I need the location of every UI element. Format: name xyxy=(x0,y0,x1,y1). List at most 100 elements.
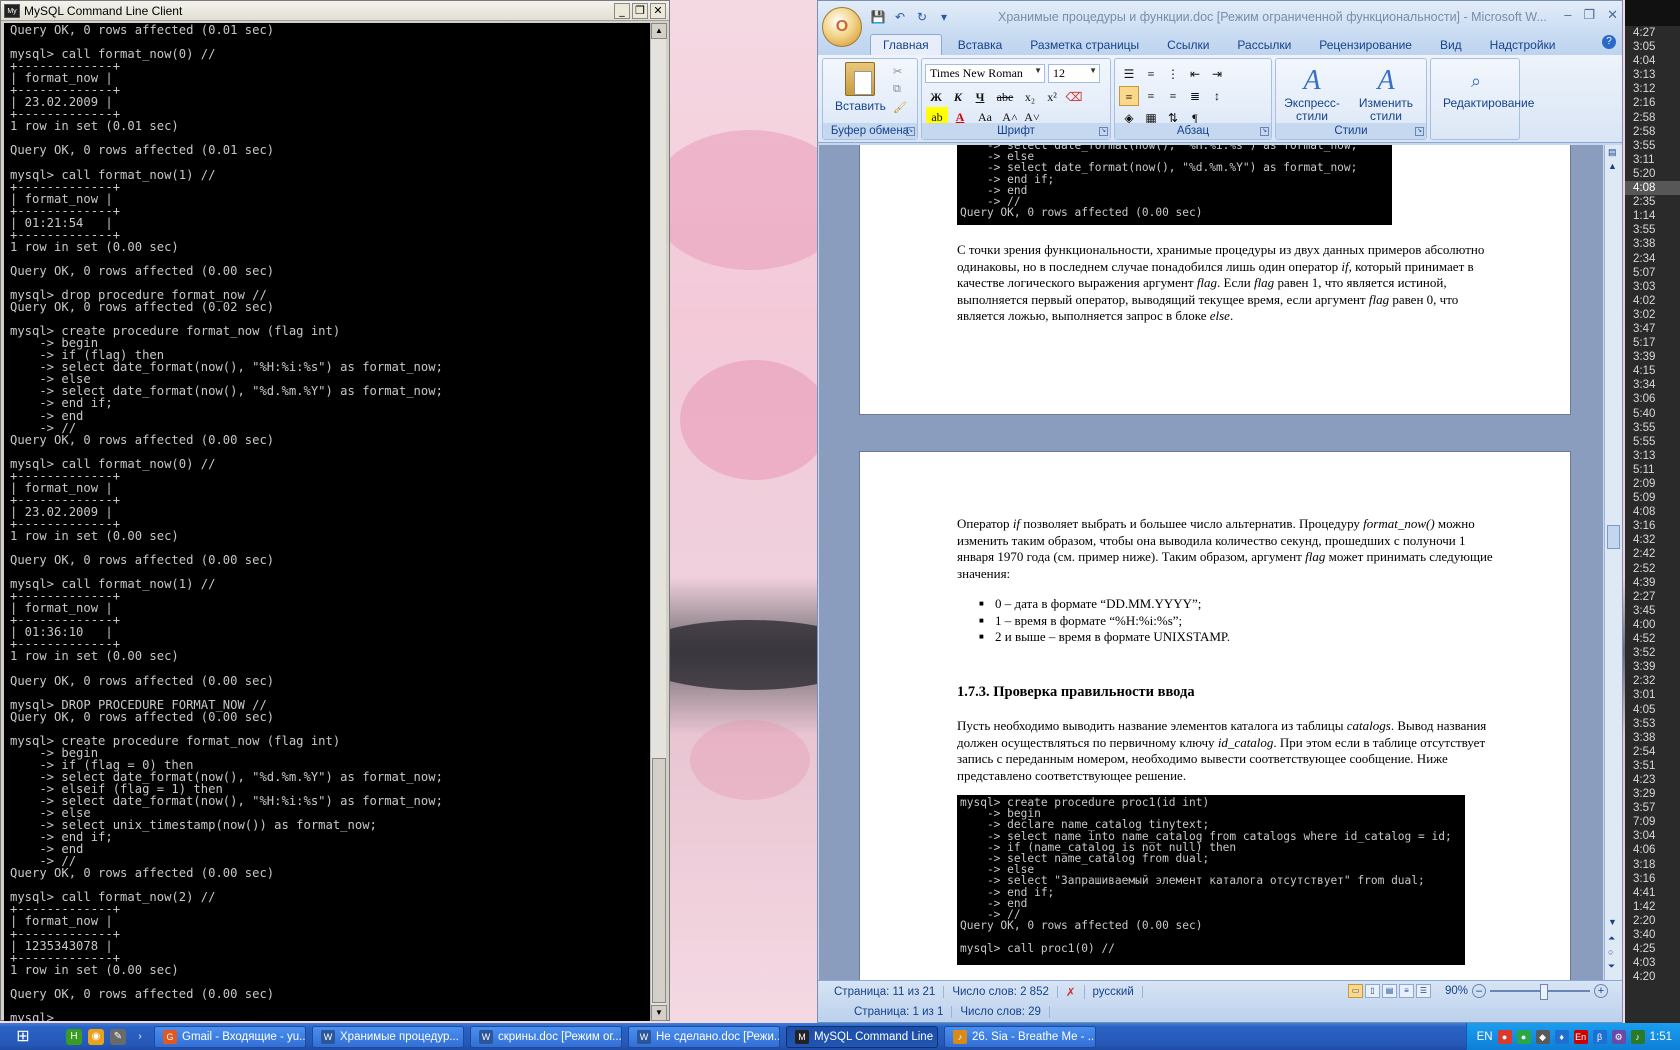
scroll-up-icon[interactable]: ▲ xyxy=(1608,161,1617,171)
decrease-indent-icon[interactable]: ⇤ xyxy=(1185,64,1205,84)
word-count-2[interactable]: Число слов: 29 xyxy=(952,1006,1050,1018)
zoom-slider[interactable] xyxy=(1490,984,1590,1000)
align-right-icon[interactable]: ≡ xyxy=(1163,86,1183,106)
document-scroll-thumb[interactable] xyxy=(1607,525,1620,549)
superscript-button[interactable]: x² xyxy=(1042,87,1062,107)
taskbar-button[interactable]: W Не сделано.doc [Режи... xyxy=(628,1025,780,1048)
outline-icon[interactable]: ≡ xyxy=(1398,984,1414,998)
word-restore-button[interactable]: ❐ xyxy=(1583,7,1595,23)
playlist-duration[interactable]: 3:34 xyxy=(1625,378,1680,392)
quick-launch-app-icon[interactable]: H xyxy=(66,1028,82,1045)
help-icon[interactable]: ? xyxy=(1602,35,1616,49)
font-launcher-icon[interactable]: ↘ xyxy=(1099,127,1108,136)
playlist-duration[interactable]: 4:03 xyxy=(1625,956,1680,970)
playlist-duration[interactable]: 7:09 xyxy=(1625,815,1680,829)
section-count[interactable]: Страница: 1 из 1 xyxy=(846,1006,953,1018)
playlist-duration[interactable]: 3:05 xyxy=(1625,40,1680,54)
clipboard-launcher-icon[interactable]: ↘ xyxy=(906,127,915,136)
document-scrollbar[interactable]: ▤ ▲ ▼ ⏶ ○ ⏷ xyxy=(1604,145,1622,981)
next-page-icon[interactable]: ⏷ xyxy=(1608,961,1615,972)
playlist-duration[interactable]: 3:53 xyxy=(1625,717,1680,731)
playlist-duration[interactable]: 3:01 xyxy=(1625,688,1680,702)
playlist-duration[interactable]: 2:09 xyxy=(1625,477,1680,491)
quick-launch-tool-icon[interactable]: ✎ xyxy=(110,1028,126,1045)
playlist-duration[interactable]: 5:40 xyxy=(1625,407,1680,421)
align-left-icon[interactable]: ≡ xyxy=(1119,86,1139,106)
playlist-duration[interactable]: 5:07 xyxy=(1625,266,1680,280)
word-close-button[interactable]: ✕ xyxy=(1607,7,1618,23)
playlist-duration[interactable]: 3:06 xyxy=(1625,392,1680,406)
undo-icon[interactable]: ↶ xyxy=(892,9,908,25)
restore-button[interactable]: ❐ xyxy=(632,2,648,19)
justify-icon[interactable]: ≣ xyxy=(1185,86,1205,106)
zoom-in-icon[interactable]: + xyxy=(1594,984,1608,998)
multilevel-list-icon[interactable]: ⋮ xyxy=(1163,64,1183,84)
font-size-select[interactable]: 12 ▼ xyxy=(1048,64,1100,83)
playlist-duration[interactable]: 3:45 xyxy=(1625,604,1680,618)
playlist-duration[interactable]: 4:39 xyxy=(1625,576,1680,590)
playlist-duration[interactable]: 4:02 xyxy=(1625,294,1680,308)
word-minimize-button[interactable]: – xyxy=(1564,7,1571,23)
taskbar-button[interactable]: W Хранимые процедур... xyxy=(312,1025,464,1048)
browse-object-icon[interactable]: ○ xyxy=(1608,947,1613,957)
tray-antivirus-icon[interactable]: ● xyxy=(1497,1029,1512,1044)
console-title-bar[interactable]: My MySQL Command Line Client _ ❐ ✕ xyxy=(1,1,669,21)
underline-button[interactable]: Ч xyxy=(970,87,990,107)
playlist-duration[interactable]: 3:39 xyxy=(1625,660,1680,674)
playlist-duration[interactable]: 3:03 xyxy=(1625,280,1680,294)
paste-icon[interactable] xyxy=(845,62,875,96)
mysql-console-window[interactable]: My MySQL Command Line Client _ ❐ ✕ Query… xyxy=(0,0,670,1021)
scroll-down-icon[interactable]: ▼ xyxy=(651,1005,667,1021)
web-layout-icon[interactable]: ▤ xyxy=(1381,984,1397,998)
document-area[interactable]: -> select date_format(now(), "%H:%i:%s")… xyxy=(819,145,1603,981)
playlist-duration[interactable]: 4:00 xyxy=(1625,618,1680,632)
print-layout-icon[interactable]: ▭ xyxy=(1347,984,1363,998)
playlist-duration[interactable]: 4:15 xyxy=(1625,364,1680,378)
playlist-duration[interactable]: 3:18 xyxy=(1625,858,1680,872)
playlist-duration[interactable]: 3:13 xyxy=(1625,68,1680,82)
playlist-duration[interactable]: 2:16 xyxy=(1625,96,1680,110)
reading-layout-icon[interactable]: ▯ xyxy=(1364,984,1380,998)
save-icon[interactable]: 💾 xyxy=(870,9,886,25)
bold-button[interactable]: Ж xyxy=(926,87,946,107)
clock[interactable]: 1:51 xyxy=(1650,1031,1672,1043)
align-center-icon[interactable]: ≡ xyxy=(1141,86,1161,106)
change-styles-button[interactable]: A Изменить стили xyxy=(1354,65,1418,123)
playlist-duration[interactable]: 4:41 xyxy=(1625,886,1680,900)
subscript-button[interactable]: x₂ xyxy=(1020,87,1040,107)
tray-shield-icon[interactable]: ♦ xyxy=(1554,1029,1569,1044)
quick-launch-expand-icon[interactable]: › xyxy=(132,1029,148,1045)
taskbar-button[interactable]: ♪ 26. Sia - Breathe Me - ... xyxy=(944,1025,1096,1048)
word-window[interactable]: O 💾 ↶ ↻ ▾ Хранимые процедуры и функции.d… xyxy=(817,0,1623,1023)
playlist-duration[interactable]: 3:57 xyxy=(1625,801,1680,815)
playlist-duration[interactable]: 2:35 xyxy=(1625,195,1680,209)
playlist-duration[interactable]: 3:51 xyxy=(1625,759,1680,773)
console-output[interactable]: Query OK, 0 rows affected (0.01 sec) mys… xyxy=(4,23,652,1021)
playlist-duration[interactable]: 3:04 xyxy=(1625,829,1680,843)
playlist-duration[interactable]: 3:38 xyxy=(1625,731,1680,745)
playlist-duration[interactable]: 1:14 xyxy=(1625,209,1680,223)
playlist-durations[interactable]: 4:27 3:05 4:04 3:13 3:12 2:16 2:58 2:58 3:55 3:11… xyxy=(1625,0,1680,1023)
playlist-duration[interactable]: 3:02 xyxy=(1625,308,1680,322)
numbering-icon[interactable]: ≡ xyxy=(1141,64,1161,84)
minimize-button[interactable]: _ xyxy=(614,2,630,19)
copy-icon[interactable]: ⧉ xyxy=(893,83,901,96)
playlist-duration[interactable]: 5:17 xyxy=(1625,336,1680,350)
playlist-duration[interactable]: 4:04 xyxy=(1625,54,1680,68)
redo-icon[interactable]: ↻ xyxy=(914,9,930,25)
word-title-bar[interactable]: O 💾 ↶ ↻ ▾ Хранимые процедуры и функции.d… xyxy=(818,1,1622,47)
playlist-duration[interactable]: 2:42 xyxy=(1625,547,1680,561)
ribbon-tab[interactable]: Ссылки xyxy=(1155,35,1221,55)
playlist-duration[interactable]: 2:58 xyxy=(1625,111,1680,125)
ribbon-tab[interactable]: Рецензирование xyxy=(1307,35,1424,55)
taskbar-button[interactable]: G Gmail - Входящие - yu... xyxy=(154,1025,306,1048)
taskbar-button[interactable]: M MySQL Command Line ... xyxy=(786,1025,938,1048)
console-scrollbar[interactable]: ▲ ▼ xyxy=(650,23,667,1021)
paragraph-launcher-icon[interactable]: ↘ xyxy=(1260,127,1269,136)
paste-button[interactable]: Вставить xyxy=(835,99,886,113)
format-painter-icon[interactable]: 🖌 xyxy=(893,101,907,114)
tray-app-icon[interactable]: ◆ xyxy=(1535,1029,1550,1044)
italic-button[interactable]: К xyxy=(948,87,968,107)
playlist-duration[interactable]: 4:25 xyxy=(1625,942,1680,956)
playlist-duration[interactable]: 4:32 xyxy=(1625,533,1680,547)
